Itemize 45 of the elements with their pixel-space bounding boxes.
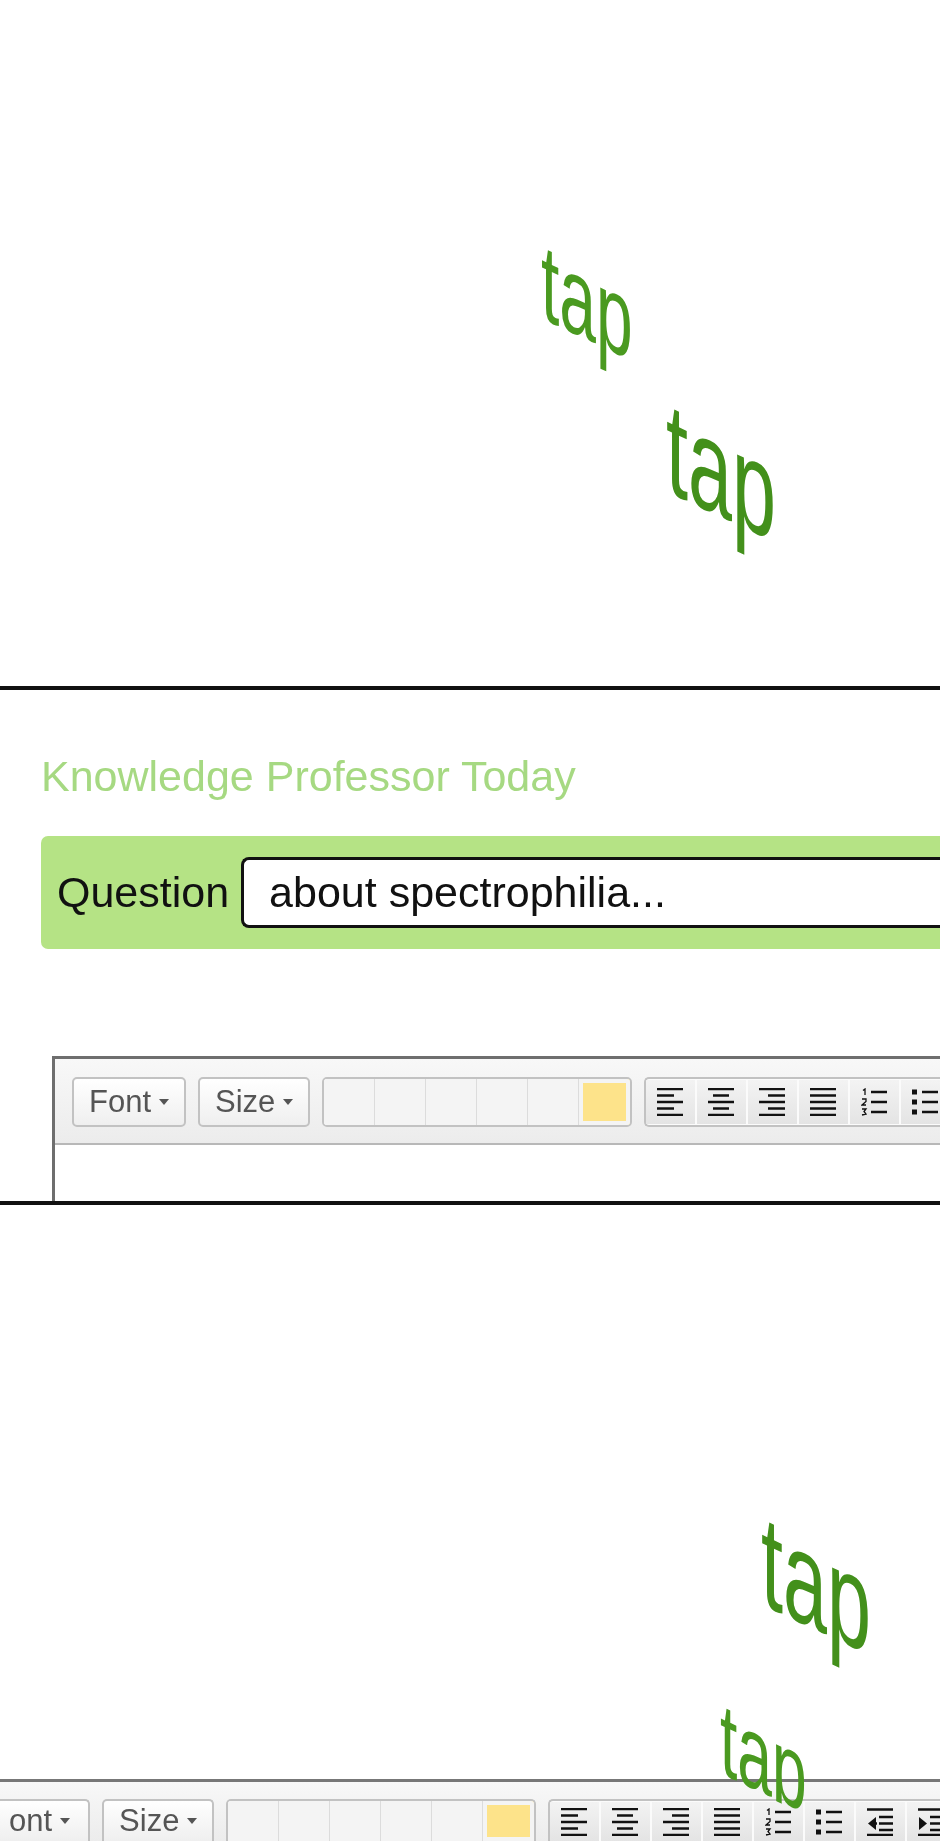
align-left-button[interactable]: [550, 1802, 600, 1841]
question-label: Question: [57, 868, 230, 917]
bulleted-list-icon: [816, 1807, 843, 1836]
numbered-list-icon: [765, 1807, 792, 1836]
question-input[interactable]: about spectrophilia...: [241, 857, 940, 928]
sound-effect-text: tap: [761, 1493, 872, 1677]
page-title: Knowledge Professor Today: [41, 752, 576, 801]
bulleted-list-icon: [912, 1088, 939, 1116]
sound-effect-text: tap: [666, 380, 777, 564]
align-right-icon: [663, 1807, 690, 1836]
align-right-button[interactable]: [748, 1080, 798, 1124]
numbered-list-button[interactable]: [850, 1080, 900, 1124]
indent-icon: [918, 1807, 940, 1836]
dropdown-button[interactable]: Size: [102, 1799, 215, 1841]
dropdown-button[interactable]: Size: [198, 1077, 311, 1127]
align-left-icon: [561, 1807, 588, 1836]
align-center-button[interactable]: [697, 1080, 747, 1124]
caret-icon: [187, 1818, 198, 1824]
indent-button[interactable]: [907, 1802, 940, 1841]
outdent-button[interactable]: [856, 1802, 906, 1841]
caret-icon: [60, 1818, 71, 1824]
align-center-icon: [708, 1088, 735, 1116]
justify-button[interactable]: [703, 1802, 753, 1841]
align-center-icon: [612, 1807, 639, 1836]
align-right-button[interactable]: [652, 1802, 702, 1841]
justify-icon: [810, 1088, 837, 1116]
align-left-icon: [657, 1088, 684, 1116]
align-left-button[interactable]: [646, 1080, 696, 1124]
sound-effect-text: tap: [541, 225, 633, 378]
outdent-icon: [867, 1807, 894, 1836]
sound-effect-text: tap: [720, 1685, 807, 1816]
numbered-list-button[interactable]: [754, 1802, 804, 1841]
align-right-icon: [759, 1088, 786, 1116]
bulleted-list-button[interactable]: [805, 1802, 855, 1841]
numbered-list-icon: [861, 1088, 888, 1116]
justify-button[interactable]: [799, 1080, 849, 1124]
align-center-button[interactable]: [601, 1802, 651, 1841]
caret-icon: [283, 1099, 294, 1105]
color-swatch-button[interactable]: [228, 1801, 280, 1841]
justify-icon: [714, 1807, 741, 1836]
bulleted-list-button[interactable]: [901, 1080, 940, 1124]
dropdown-button[interactable]: ont: [0, 1799, 91, 1841]
caret-icon: [159, 1099, 170, 1105]
dropdown-button[interactable]: Font: [72, 1077, 187, 1127]
color-swatch-button[interactable]: [324, 1079, 376, 1125]
